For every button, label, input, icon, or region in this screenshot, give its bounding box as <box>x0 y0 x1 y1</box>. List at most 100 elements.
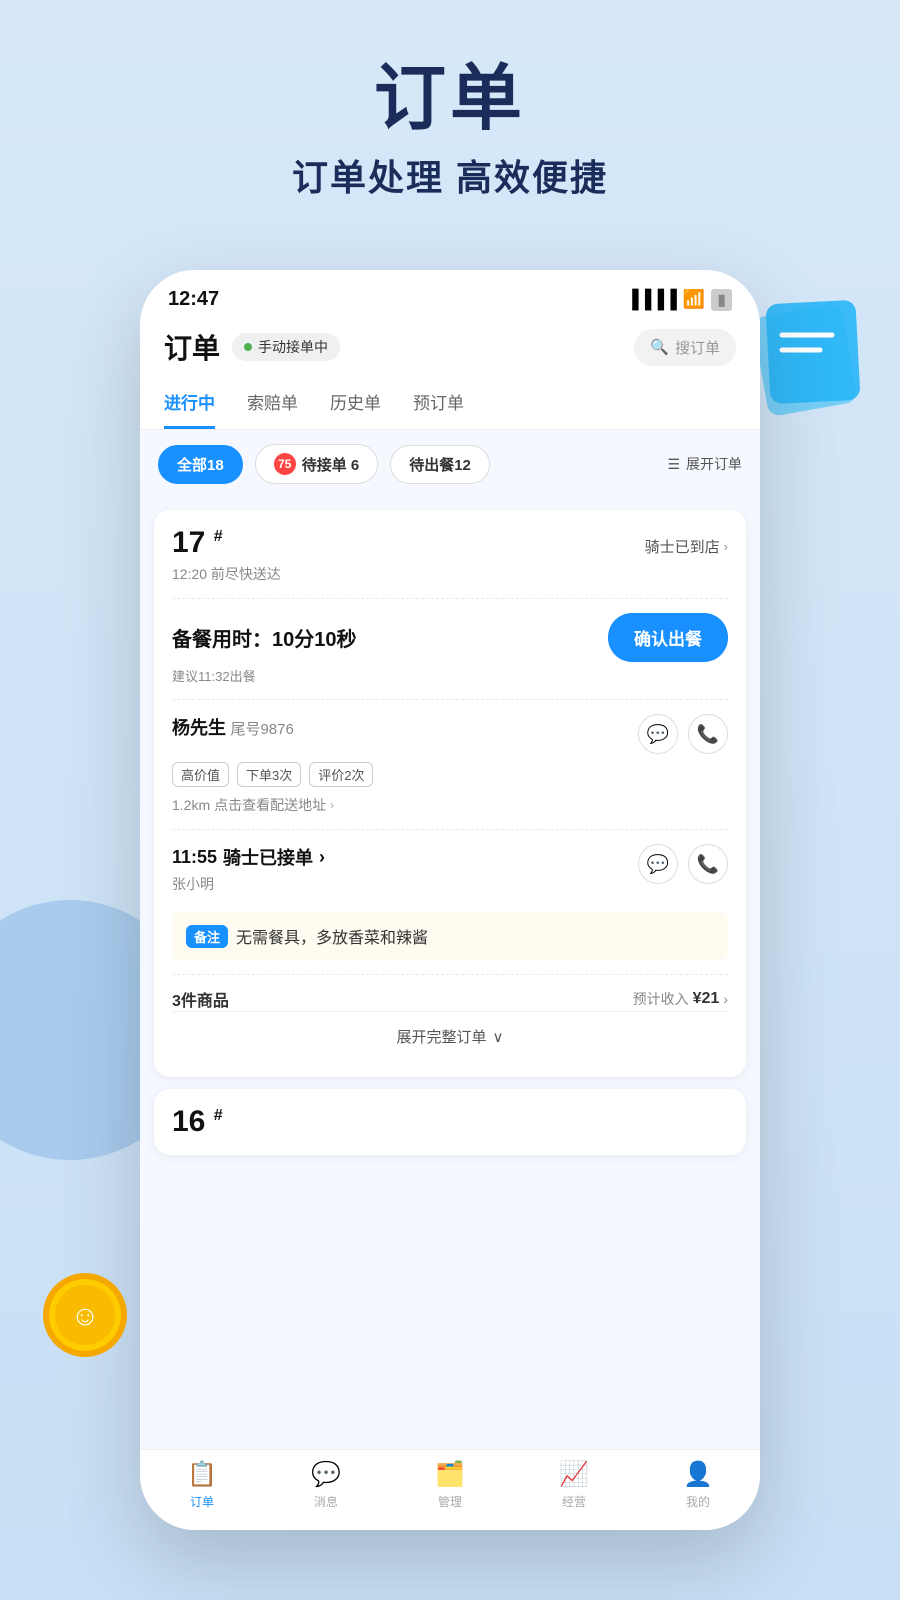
customer-row: 杨先生 尾号9876 💬 📞 <box>172 699 728 754</box>
prepare-row: 备餐用时：10分10秒 确认出餐 <box>172 598 728 662</box>
messages-nav-label: 消息 <box>314 1493 338 1510</box>
hero-subtitle: 订单处理 高效便捷 <box>0 149 900 201</box>
bg-decoration-card <box>740 280 880 420</box>
rider-arrived-status[interactable]: 骑士已到店 › <box>645 536 728 557</box>
filter-pending-label: 待接单 6 <box>302 454 360 475</box>
search-label: 搜订单 <box>675 337 720 358</box>
header-left: 订单 手动接单中 <box>164 327 340 367</box>
tag-review-count: 评价2次 <box>309 762 373 787</box>
income-info[interactable]: 预计收入 ¥21 › <box>633 989 728 1009</box>
address-chevron-icon: › <box>330 798 334 812</box>
expand-orders-button[interactable]: ☰ 展开订单 <box>667 454 742 474</box>
battery-icon: ▮ <box>711 289 732 311</box>
customer-address[interactable]: 1.2km 点击查看配送地址 › <box>172 795 728 815</box>
filter-row: 全部18 75 待接单 6 待出餐12 ☰ 展开订单 <box>140 430 760 498</box>
coin-decoration: ☺ <box>40 1270 130 1360</box>
items-count: 3件商品 <box>172 987 229 1011</box>
order-number: 17 # <box>172 526 223 560</box>
hero-title: 订单 <box>0 60 900 139</box>
rider-info[interactable]: 11:55 骑士已接单 › <box>172 844 325 870</box>
remark-text: 无需餐具，多放香菜和辣酱 <box>236 924 428 948</box>
rider-status-text: 骑士已接单 <box>223 844 313 870</box>
manage-nav-label: 管理 <box>438 1493 462 1510</box>
phone-mockup: 12:47 ▐▐▐▐ 📶 ▮ 订单 手动接单中 🔍 搜订单 进 <box>140 270 760 1530</box>
filter-all-button[interactable]: 全部18 <box>158 445 243 484</box>
bottom-nav: 📋 订单 💬 消息 🗂️ 管理 📈 经营 👤 我的 <box>140 1449 760 1530</box>
wifi-icon: 📶 <box>683 289 705 310</box>
address-link: 点击查看配送地址 <box>214 795 326 815</box>
order-number-16: 16 # <box>172 1105 728 1139</box>
nav-item-business[interactable]: 📈 经营 <box>512 1460 636 1510</box>
suggest-time: 建议11:32出餐 <box>172 666 728 685</box>
income-chevron-icon: › <box>723 991 728 1007</box>
expand-chevron-icon: ∨ <box>493 1028 504 1046</box>
filter-all-label: 全部18 <box>177 457 224 474</box>
tag-high-value: 高价值 <box>172 762 229 787</box>
header-title: 订单 <box>164 327 220 367</box>
tag-order-count: 下单3次 <box>237 762 301 787</box>
nav-item-mine[interactable]: 👤 我的 <box>636 1460 760 1510</box>
mine-nav-icon: 👤 <box>683 1460 713 1489</box>
orders-nav-label: 订单 <box>190 1493 214 1510</box>
customer-action-icons: 💬 📞 <box>638 714 728 754</box>
business-nav-label: 经营 <box>562 1493 586 1510</box>
tab-ongoing[interactable]: 进行中 <box>164 379 215 429</box>
chevron-right-icon: › <box>724 539 728 554</box>
distance-label: 1.2km <box>172 797 210 813</box>
app-header: 订单 手动接单中 🔍 搜订单 <box>140 319 760 379</box>
pending-badge: 75 <box>274 453 296 475</box>
customer-tags: 高价值 下单3次 评价2次 <box>172 762 728 787</box>
nav-item-manage[interactable]: 🗂️ 管理 <box>388 1460 512 1510</box>
content-area: 17 # 骑士已到店 › 12:20 前尽快送达 备餐用时：10分10秒 <box>140 498 760 1478</box>
signal-icon: ▐▐▐▐ <box>626 289 677 310</box>
expand-label: 展开订单 <box>686 454 742 474</box>
expand-icon: ☰ <box>667 456 680 473</box>
bottom-info-row: 3件商品 预计收入 ¥21 › <box>172 974 728 1011</box>
search-icon: 🔍 <box>650 338 669 356</box>
manage-nav-icon: 🗂️ <box>435 1460 465 1489</box>
filter-waiting-food-button[interactable]: 待出餐12 <box>390 445 490 484</box>
filter-pending-button[interactable]: 75 待接单 6 <box>255 444 379 484</box>
svg-text:☺: ☺ <box>71 1300 100 1331</box>
expand-order-button[interactable]: 展开完整订单 ∨ <box>172 1011 728 1061</box>
hero-section: 订单 订单处理 高效便捷 <box>0 0 900 231</box>
orders-nav-icon: 📋 <box>187 1460 217 1489</box>
messages-nav-icon: 💬 <box>311 1460 341 1489</box>
rider-time: 11:55 <box>172 847 217 868</box>
income-amount: ¥21 <box>693 990 720 1008</box>
nav-item-orders[interactable]: 📋 订单 <box>140 1460 264 1510</box>
rider-row: 11:55 骑士已接单 › 张小明 💬 📞 <box>172 829 728 908</box>
order-header: 17 # 骑士已到店 › <box>172 526 728 560</box>
mine-nav-label: 我的 <box>686 1493 710 1510</box>
income-label: 预计收入 <box>633 989 689 1009</box>
green-status-dot <box>244 343 252 351</box>
tab-claims[interactable]: 索赔单 <box>247 379 298 429</box>
confirm-meal-button[interactable]: 确认出餐 <box>608 613 728 662</box>
prepare-time-label: 备餐用时：10分10秒 <box>172 623 357 652</box>
status-badge-label: 手动接单中 <box>258 337 328 357</box>
chat-customer-button[interactable]: 💬 <box>638 714 678 754</box>
business-nav-icon: 📈 <box>559 1460 589 1489</box>
phone-frame: 12:47 ▐▐▐▐ 📶 ▮ 订单 手动接单中 🔍 搜订单 进 <box>140 270 760 1530</box>
customer-name: 杨先生 <box>172 718 226 738</box>
order-card-16: 16 # <box>154 1089 746 1155</box>
chat-rider-button[interactable]: 💬 <box>638 844 678 884</box>
rider-chevron-icon: › <box>319 847 325 868</box>
nav-item-messages[interactable]: 💬 消息 <box>264 1460 388 1510</box>
rider-name: 张小明 <box>172 874 325 894</box>
search-order-button[interactable]: 🔍 搜订单 <box>634 329 736 366</box>
tab-history[interactable]: 历史单 <box>330 379 381 429</box>
customer-id: 尾号9876 <box>230 721 293 738</box>
call-rider-button[interactable]: 📞 <box>688 844 728 884</box>
remark-row: 备注 无需餐具，多放香菜和辣酱 <box>172 912 728 960</box>
tab-reservation[interactable]: 预订单 <box>413 379 464 429</box>
expand-order-label: 展开完整订单 <box>397 1026 487 1047</box>
status-bar: 12:47 ▐▐▐▐ 📶 ▮ <box>140 270 760 319</box>
call-customer-button[interactable]: 📞 <box>688 714 728 754</box>
manual-accept-badge: 手动接单中 <box>232 333 340 361</box>
rider-action-icons: 💬 📞 <box>638 844 728 884</box>
status-time: 12:47 <box>168 288 219 311</box>
filter-waiting-food-label: 待出餐12 <box>409 457 471 474</box>
remark-badge: 备注 <box>186 925 228 948</box>
status-icons: ▐▐▐▐ 📶 ▮ <box>626 289 732 311</box>
